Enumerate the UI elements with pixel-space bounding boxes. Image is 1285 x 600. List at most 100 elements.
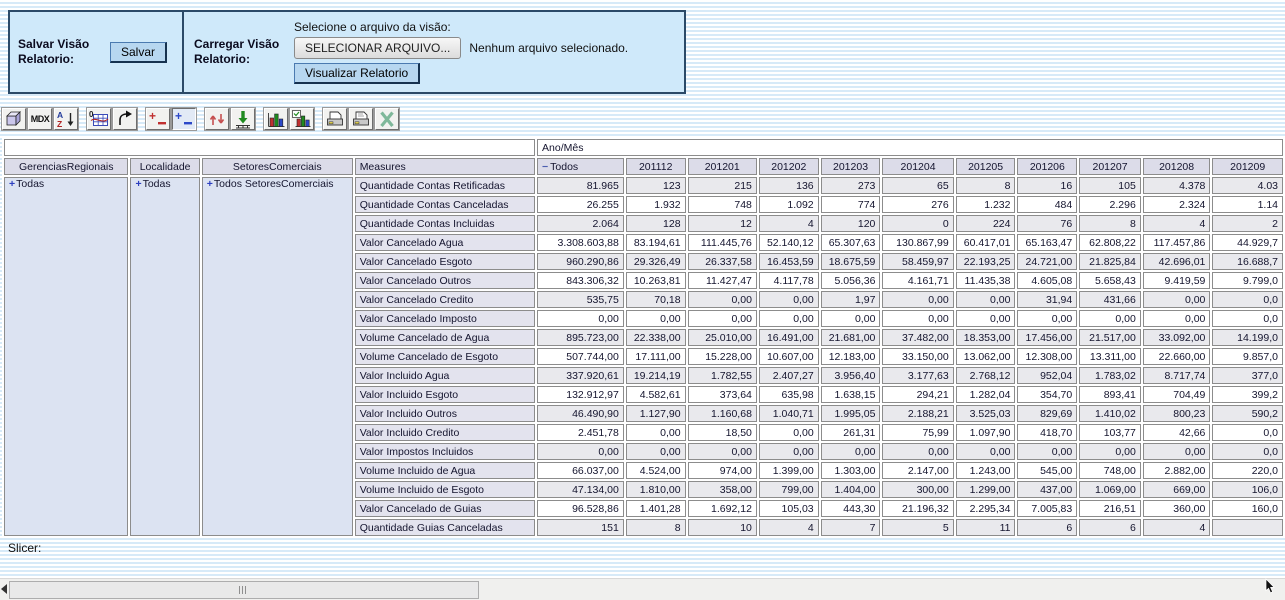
measure-label[interactable]: Valor Incluido Esgoto [355,386,535,403]
toolbar-button-sort-az-icon[interactable]: AZ [54,108,78,130]
value-cell: 224 [956,215,1016,232]
value-cell: 273 [821,177,881,194]
mouse-cursor [1264,578,1276,600]
value-cell: 2.451,78 [537,424,624,441]
measure-label[interactable]: Quantidade Contas Incluidas [355,215,535,232]
toolbar-button-show-empty-cells-icon[interactable]: 0 [87,108,111,130]
measure-label[interactable]: Valor Cancelado Credito [355,291,535,308]
measure-label[interactable]: Valor Incluido Credito [355,424,535,441]
value-cell: 11.435,38 [956,272,1016,289]
measure-label[interactable]: Valor Cancelado Outros [355,272,535,289]
measure-label[interactable]: Volume Incluido de Agua [355,462,535,479]
toolbar-button-expand-blue-icon[interactable]: + [172,108,196,130]
toolbar-button-bar-chart-icon[interactable] [264,108,288,130]
value-cell: 132.912,97 [537,386,624,403]
value-cell: 0,00 [537,310,624,327]
toolbar-button-drill-through-icon[interactable] [231,108,255,130]
measure-label[interactable]: Volume Incluido de Esgoto [355,481,535,498]
toolbar-group: ++ [146,108,198,130]
column-header-201201[interactable]: 201201 [688,158,757,175]
toolbar-button-printer-page-icon[interactable] [349,108,373,130]
measures-header[interactable]: Measures [355,158,535,175]
measure-label[interactable]: Valor Cancelado Imposto [355,310,535,327]
toolbar-button-cube-icon[interactable] [2,108,26,130]
toolbar-button-bar-chart-check-icon[interactable] [290,108,314,130]
measure-label[interactable]: Valor Incluido Agua [355,367,535,384]
measure-label[interactable]: Volume Cancelado de Esgoto [355,348,535,365]
measure-label[interactable]: Valor Cancelado Agua [355,234,535,251]
save-view-label: Salvar Visão Relatorio: [18,37,110,67]
column-header-201205[interactable]: 201205 [956,158,1016,175]
value-cell: 974,00 [688,462,757,479]
value-cell: 2.768,12 [956,367,1016,384]
dimension-member-cell-2[interactable]: +Todos SetoresComerciais [202,177,353,536]
value-cell: 748,00 [1079,462,1141,479]
dimension-member-cell-0[interactable]: +Todas [4,177,128,536]
value-cell: 66.037,00 [537,462,624,479]
row-dimension-header-1[interactable]: Localidade [130,158,199,175]
measure-label[interactable]: Valor Cancelado de Guias [355,500,535,517]
view-report-button[interactable]: Visualizar Relatorio [294,63,420,84]
column-header-Todos[interactable]: −Todos [537,158,624,175]
select-file-button[interactable]: SELECIONAR ARQUIVO... [294,37,461,59]
measure-label[interactable]: Volume Cancelado de Agua [355,329,535,346]
column-header-201209[interactable]: 201209 [1212,158,1283,175]
toolbar-button-drill-up-down-icon[interactable] [205,108,229,130]
column-header-201206[interactable]: 201206 [1017,158,1077,175]
column-header-201112[interactable]: 201112 [626,158,686,175]
column-header-201207[interactable]: 201207 [1079,158,1141,175]
value-cell: 0,0 [1212,291,1283,308]
scrollbar-thumb[interactable] [9,581,479,599]
toolbar-button-swap-axes-icon[interactable] [113,108,137,130]
scroll-left-arrow-icon[interactable] [1,584,7,594]
value-cell: 21.681,00 [821,329,881,346]
value-cell: 0,00 [1143,310,1211,327]
value-cell: 58.459,97 [882,253,953,270]
dimension-member-cell-1[interactable]: +Todas [130,177,199,536]
value-cell: 0,00 [956,310,1016,327]
value-cell: 21.517,00 [1079,329,1141,346]
value-cell: 4 [1143,519,1211,536]
column-header-201202[interactable]: 201202 [759,158,819,175]
save-button[interactable]: Salvar [110,42,167,63]
value-cell: 11.427,47 [688,272,757,289]
value-cell: 1,97 [821,291,881,308]
horizontal-scrollbar[interactable] [0,578,1285,600]
measure-label[interactable]: Valor Incluido Outros [355,405,535,422]
value-cell: 21.196,32 [882,500,953,517]
value-cell: 2.064 [537,215,624,232]
toolbar-button-printer-icon[interactable] [323,108,347,130]
value-cell: 65.307,63 [821,234,881,251]
column-header-201204[interactable]: 201204 [882,158,953,175]
value-cell: 0,00 [759,291,819,308]
dimension-member-label: Todas [16,178,44,190]
collapse-icon[interactable]: − [542,161,548,173]
measure-label[interactable]: Quantidade Contas Retificadas [355,177,535,194]
save-load-panel: Salvar Visão Relatorio: Salvar Carregar … [8,10,686,94]
value-cell: 1.692,12 [688,500,757,517]
column-header-201208[interactable]: 201208 [1143,158,1211,175]
expand-icon[interactable]: + [9,178,15,190]
value-cell: 431,66 [1079,291,1141,308]
value-cell: 669,00 [1143,481,1211,498]
measure-label[interactable]: Valor Impostos Incluidos [355,443,535,460]
expand-icon[interactable]: + [207,178,213,190]
measure-label[interactable]: Quantidade Contas Canceladas [355,196,535,213]
value-cell: 5 [882,519,953,536]
toolbar-button-excel-export-icon[interactable] [375,108,399,130]
value-cell: 2.407,27 [759,367,819,384]
toolbar-button-mdx-button[interactable]: MDX [28,108,52,130]
row-dimension-header-2[interactable]: SetoresComerciais [202,158,353,175]
measure-label[interactable]: Valor Cancelado Esgoto [355,253,535,270]
value-cell: 120 [821,215,881,232]
column-header-201203[interactable]: 201203 [821,158,881,175]
column-dimension-title[interactable]: Ano/Mês [537,139,1283,156]
value-cell: 105 [1079,177,1141,194]
value-cell: 8.717,74 [1143,367,1211,384]
toolbar-button-collapse-red-icon[interactable]: + [146,108,170,130]
value-cell: 0,00 [882,310,953,327]
expand-icon[interactable]: + [135,178,141,190]
value-cell: 590,2 [1212,405,1283,422]
row-dimension-header-0[interactable]: GerenciasRegionais [4,158,128,175]
measure-label[interactable]: Quantidade Guias Canceladas [355,519,535,536]
